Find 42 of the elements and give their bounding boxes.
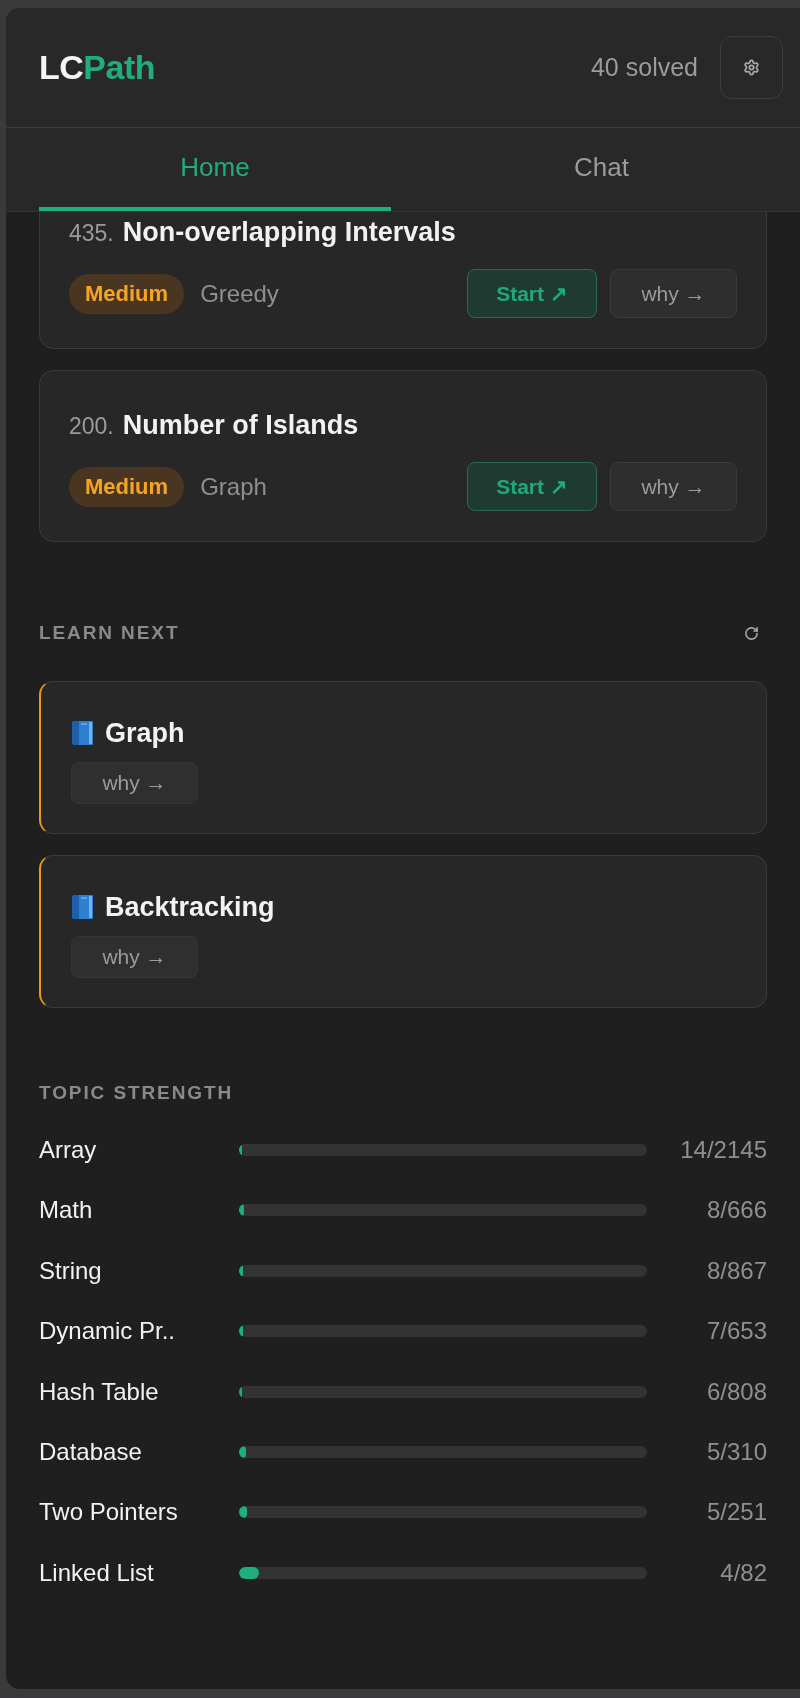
topic-label: Greedy [200,278,279,309]
topic-count: 7/653 [706,1316,767,1347]
problem-number: 435. [69,219,114,248]
topic-name: Dynamic Pr.. [39,1316,177,1347]
topic-name: Array [39,1135,98,1165]
section-heading: TOPIC STRENGTH [39,1080,234,1105]
topic-name: Linked List [39,1557,155,1588]
book-icon [71,719,94,747]
topic-name: Hash Table [39,1376,160,1407]
book-icon [71,893,94,921]
start-button[interactable]: Start ↗ [467,269,597,318]
topic-count: 8/867 [706,1255,767,1286]
topic-label: Graph [200,471,267,502]
topic-count: 5/310 [706,1436,767,1467]
learn-topic-title: Graph [105,716,185,750]
topic-count: 14/2145 [680,1135,767,1165]
topic-count: 5/251 [706,1497,767,1528]
difficulty-badge: Medium [69,273,185,314]
topic-name: Two Pointers [39,1497,179,1528]
settings-button[interactable] [720,36,783,99]
learn-topic-title: Backtracking [105,890,275,924]
topic-count: 6/808 [706,1376,767,1407]
topic-name: Database [39,1436,143,1467]
start-button[interactable]: Start ↗ [467,462,597,511]
section-heading: LEARN NEXT [39,620,180,645]
solved-count: 40 solved [590,51,698,83]
why-button[interactable]: why → [610,269,737,318]
why-button[interactable]: why → [71,762,198,804]
settings-icon [743,59,760,76]
tab[interactable]: Chat [391,128,800,211]
topic-count: 4/82 [720,1557,767,1588]
topic-name: Math [39,1195,94,1226]
problem-title: Non-overlapping Intervals [122,216,456,249]
why-button[interactable]: why → [71,936,198,978]
refresh-icon[interactable] [744,625,759,641]
problem-title: Number of Islands [122,409,359,442]
difficulty-badge: Medium [69,466,185,507]
app-logo: LCPath [39,47,155,88]
why-button[interactable]: why → [610,462,737,511]
problem-number: 200. [69,412,114,441]
topic-name: String [39,1255,103,1286]
topic-count: 8/666 [706,1195,767,1226]
